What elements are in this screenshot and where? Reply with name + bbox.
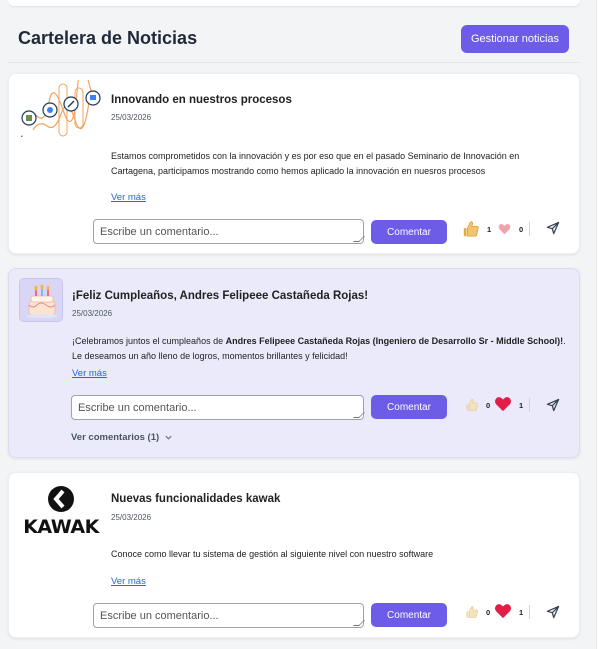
send-icon (546, 605, 560, 619)
news-card-kawak: KAWAK Nuevas funcionalidades kawak 25/03… (8, 472, 580, 638)
like-count: 1 (487, 225, 492, 234)
cake-icon (19, 278, 63, 322)
manage-news-button[interactable]: Gestionar noticias (461, 25, 569, 53)
see-more-link[interactable]: Ver más (111, 576, 146, 587)
like-count: 0 (486, 401, 491, 410)
comment-button[interactable]: Comentar (371, 603, 447, 627)
post-body: Estamos comprometidos con la innovación … (111, 151, 520, 176)
chevron-down-icon (165, 435, 172, 440)
heart-count: 0 (519, 225, 524, 234)
like-count: 0 (486, 608, 491, 617)
share-button[interactable] (546, 221, 560, 235)
heart-button[interactable] (498, 223, 511, 235)
heart-icon (495, 397, 511, 412)
svg-text:•: • (21, 134, 23, 140)
comment-input[interactable] (93, 219, 364, 244)
previous-card-edge (8, 0, 580, 6)
post-date: 25/03/2026 (111, 513, 152, 522)
innovation-illustration: • (19, 69, 105, 142)
comment-input[interactable] (93, 603, 364, 628)
news-card-innovation: • Innovando en nuestros procesos 25/03/2… (8, 69, 580, 254)
post-date: 25/03/2026 (111, 113, 152, 122)
comment-input[interactable] (71, 395, 364, 420)
share-button[interactable] (546, 605, 560, 619)
thumbs-up-icon (466, 606, 478, 618)
post-body: Conoce como llevar tu sistema de gestión… (111, 549, 434, 559)
heart-count: 1 (519, 608, 524, 617)
reaction-divider (529, 398, 530, 412)
news-card-birthday: ¡Feliz Cumpleaños, Andres Felipeee Casta… (8, 268, 580, 458)
reaction-divider (529, 222, 530, 236)
see-more-link[interactable]: Ver más (72, 368, 107, 379)
post-title: Nuevas funcionalidades kawak (111, 493, 281, 505)
heart-button[interactable] (494, 603, 512, 619)
post-body-text: ¡Celebramos juntos el cumpleaños de (72, 336, 226, 346)
post-title: ¡Feliz Cumpleaños, Andres Felipeee Casta… (72, 290, 369, 302)
header-divider (8, 62, 580, 63)
kawak-wordmark: KAWAK (23, 516, 99, 538)
send-icon (546, 221, 560, 235)
send-icon (546, 398, 560, 412)
view-comments-label: Ver comentarios (1) (71, 432, 160, 443)
heart-count: 1 (519, 401, 524, 410)
right-panel-edge (596, 0, 600, 649)
reaction-divider (529, 605, 530, 619)
view-comments-toggle[interactable]: Ver comentarios (1) (71, 432, 173, 443)
heart-icon (495, 604, 511, 619)
post-date: 25/03/2026 (72, 309, 113, 318)
post-body: ¡Celebramos juntos el cumpleaños de Andr… (72, 334, 567, 364)
page-title: Cartelera de Noticias (18, 28, 198, 48)
like-button[interactable] (465, 398, 479, 412)
heart-icon (498, 223, 511, 235)
birthday-person: Andres Felipeee Castañeda Rojas (Ingenie… (225, 336, 564, 346)
comment-button[interactable]: Comentar (371, 220, 447, 244)
like-button[interactable] (462, 220, 480, 238)
see-more-link[interactable]: Ver más (111, 192, 146, 203)
comment-button[interactable]: Comentar (371, 395, 447, 419)
heart-button[interactable] (494, 396, 512, 412)
kawak-logo: KAWAK (18, 483, 104, 539)
thumbs-up-icon (463, 221, 479, 237)
post-title: Innovando en nuestros procesos (111, 94, 292, 106)
thumbs-up-icon (466, 399, 478, 411)
like-button[interactable] (465, 605, 479, 619)
share-button[interactable] (546, 398, 560, 412)
